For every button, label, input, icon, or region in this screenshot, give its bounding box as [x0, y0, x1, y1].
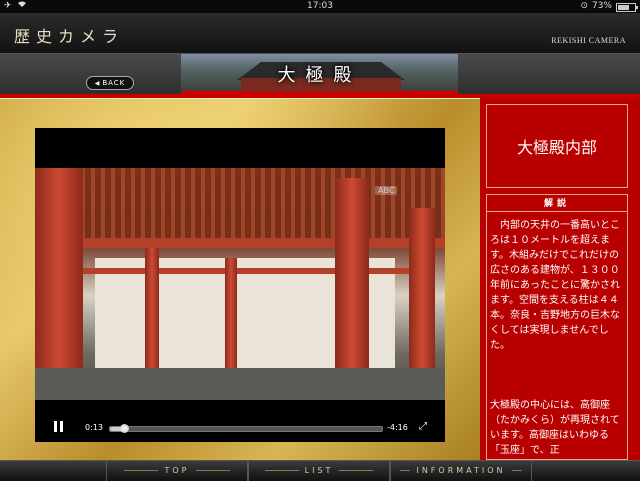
rotation-lock-icon: ⊙ — [580, 1, 588, 11]
scene-pillar — [225, 258, 237, 373]
app-header: 歴史カメラ REKISHI CAMERA — [0, 13, 640, 54]
scene-floor — [35, 368, 445, 400]
scene-beam — [75, 268, 435, 274]
banner-title: 大極殿 — [277, 65, 362, 86]
scene-pillar — [335, 178, 369, 400]
status-right: ⊙ 73% — [580, 0, 638, 13]
progress-slider[interactable] — [109, 424, 383, 433]
remaining-time: -4:16 — [387, 423, 408, 432]
back-arrow-icon: ◀ — [94, 80, 101, 87]
tab-information[interactable]: INFORMATION — [390, 461, 532, 481]
panel-heading: 解説 — [543, 199, 570, 209]
back-button-label: BACK — [102, 79, 126, 87]
pause-icon[interactable] — [53, 421, 65, 433]
app-title: 歴史カメラ — [14, 27, 125, 46]
panel-paragraph-2: 大極殿の中心には、高御座（たかみくら）が再現されています。高御座はいわゆる「玉座… — [490, 400, 620, 456]
panel-title: 大極殿内部 — [516, 138, 597, 157]
tab-list[interactable]: LIST — [248, 461, 390, 481]
bottom-tab-bar: TOP LIST INFORMATION — [0, 460, 640, 481]
status-bar: ✈ 17:03 ⊙ 73% — [0, 0, 640, 13]
panel-heading-divider — [486, 211, 628, 212]
progress-knob[interactable] — [119, 424, 129, 433]
battery-percent: 73% — [591, 1, 612, 11]
video-frame[interactable]: ABC — [35, 168, 445, 400]
sub-header: ◀ BACK 大極殿 — [0, 54, 640, 94]
back-button[interactable]: ◀ BACK — [86, 76, 134, 90]
gold-highlight-line — [0, 98, 480, 99]
tab-top[interactable]: TOP — [106, 461, 248, 481]
fullscreen-icon[interactable]: ⤢ — [419, 421, 427, 432]
scene-pillar — [145, 248, 159, 378]
app-title-english: REKISHI CAMERA — [551, 36, 626, 45]
tab-list-label: LIST — [304, 466, 334, 475]
panel-paragraph-1: 内部の天井の一番高いところは１０メートルを超えます。木組みだけでこれだけの広さの… — [490, 220, 620, 351]
scene-ceiling — [35, 168, 445, 238]
video-controls: 0:13 -4:16 ⤢ — [35, 410, 445, 442]
scene-pillar — [35, 168, 83, 400]
current-time: 0:13 — [85, 423, 103, 432]
location-banner: 大極殿 — [181, 54, 458, 94]
tab-information-label: INFORMATION — [416, 466, 506, 475]
scene-beam — [35, 238, 445, 248]
video-player[interactable]: ABC 0:13 -4:16 ⤢ — [35, 128, 445, 442]
status-time: 17:03 — [307, 1, 333, 11]
video-watermark: ABC — [375, 186, 398, 195]
tab-top-label: TOP — [164, 466, 190, 475]
battery-icon — [616, 3, 638, 12]
